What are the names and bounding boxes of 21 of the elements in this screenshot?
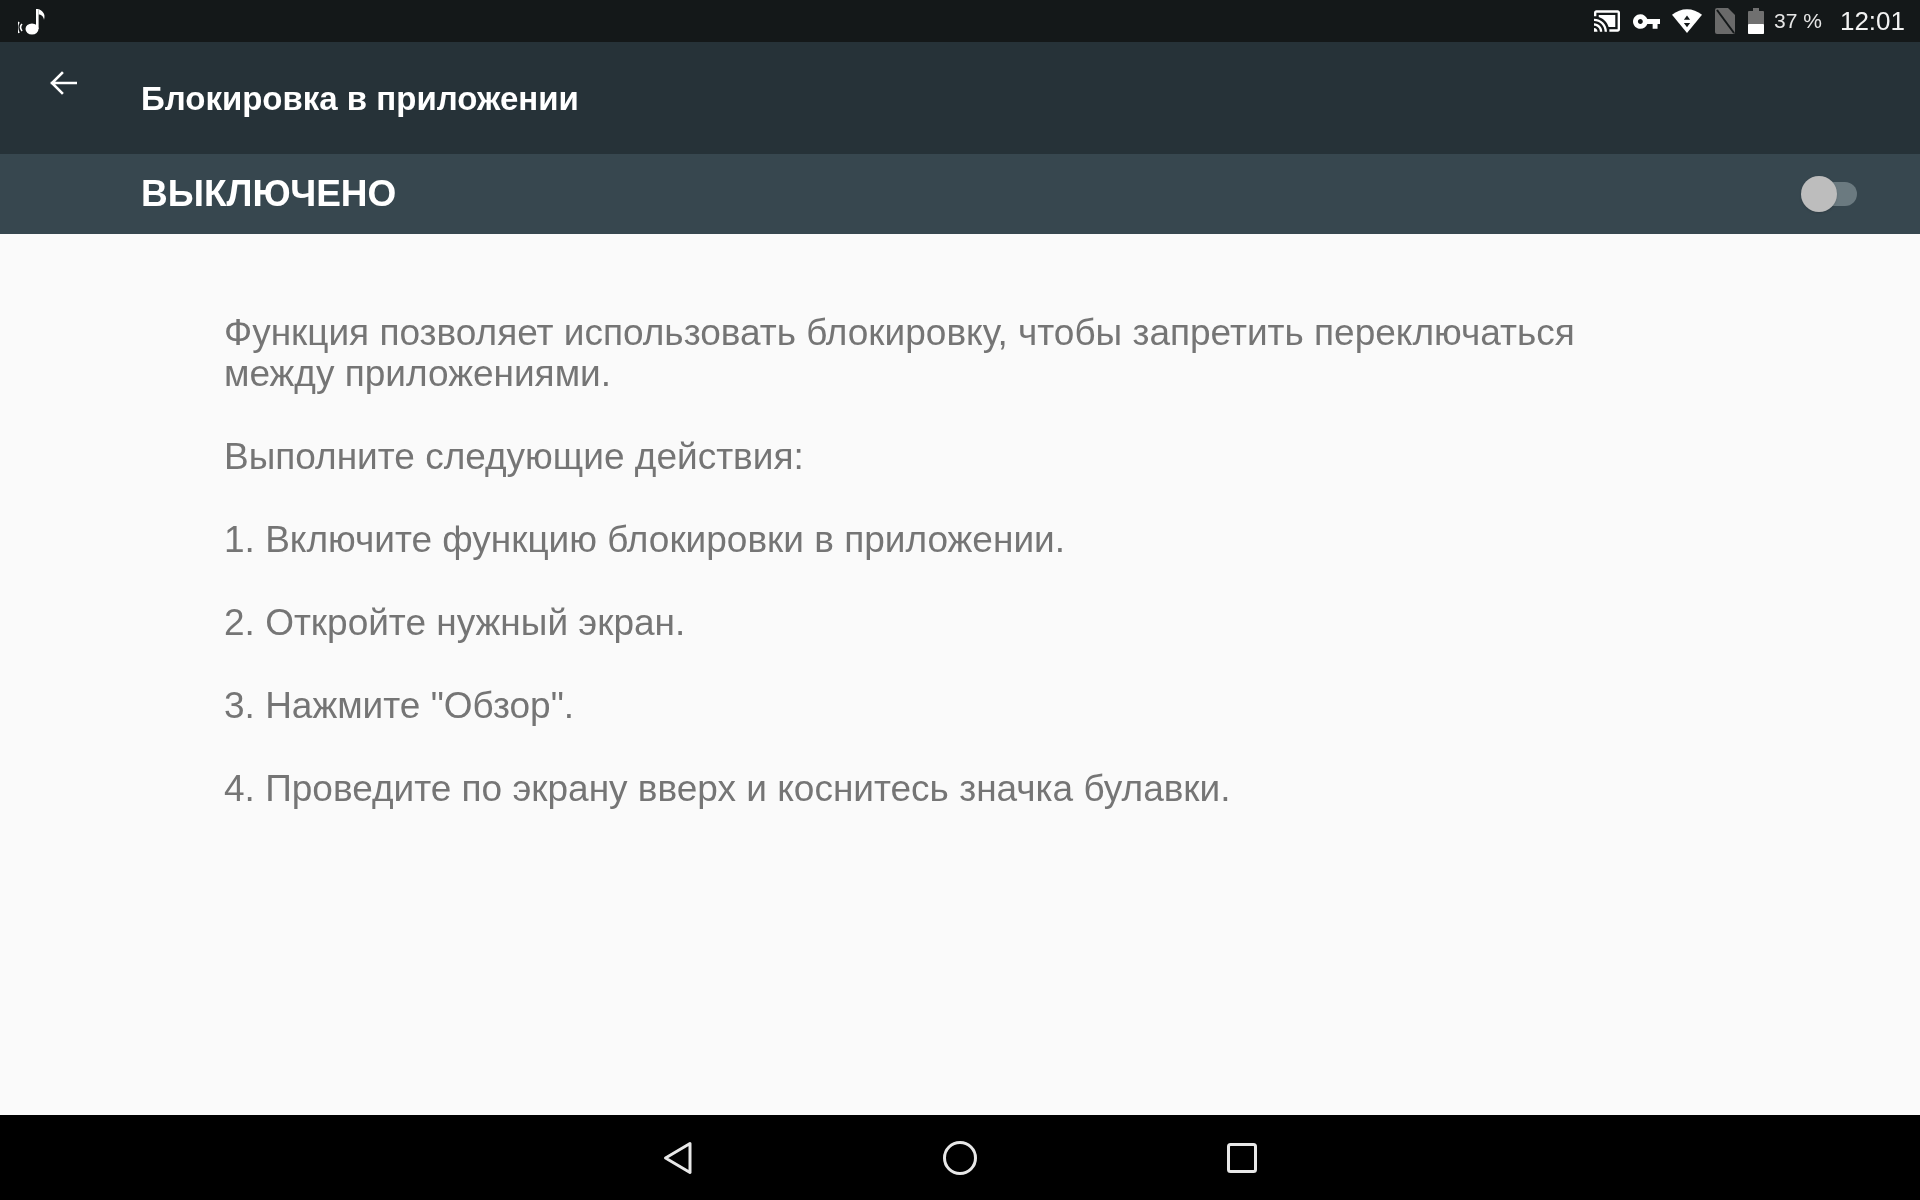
switch-status-label: ВЫКЛЮЧЕНО xyxy=(141,173,397,215)
clock-time: 12:01 xyxy=(1839,6,1905,36)
home-icon xyxy=(943,1140,977,1175)
instruction-step: 2. Откройте нужный экран. xyxy=(224,602,686,643)
cast-icon xyxy=(1594,10,1621,32)
instruction-step: 4. Проведите по экрану вверх и коснитесь значка булавки. xyxy=(224,768,1231,809)
battery-icon xyxy=(1748,8,1765,34)
no-sim-icon xyxy=(1715,8,1736,34)
battery-percent: 37 % xyxy=(1774,9,1822,33)
back-arrow-icon xyxy=(49,71,77,95)
description-text: Функция позволяет использовать блокировку, чтобы запретить переключаться между приложениями. xyxy=(224,312,1576,394)
toggle-switch[interactable] xyxy=(1801,176,1857,212)
instructions-heading: Выполните следующие действия: xyxy=(224,436,804,477)
recents-icon xyxy=(1227,1142,1257,1173)
screen-title: Блокировка в приложении xyxy=(141,79,579,119)
wifi-icon xyxy=(1672,9,1703,33)
instruction-step: 3. Нажмите "Обзор". xyxy=(224,685,575,726)
music-note-icon xyxy=(18,6,46,36)
back-icon xyxy=(663,1140,693,1175)
instruction-step: 1. Включите функцию блокировки в приложении. xyxy=(224,519,1065,560)
key-icon xyxy=(1633,13,1661,29)
